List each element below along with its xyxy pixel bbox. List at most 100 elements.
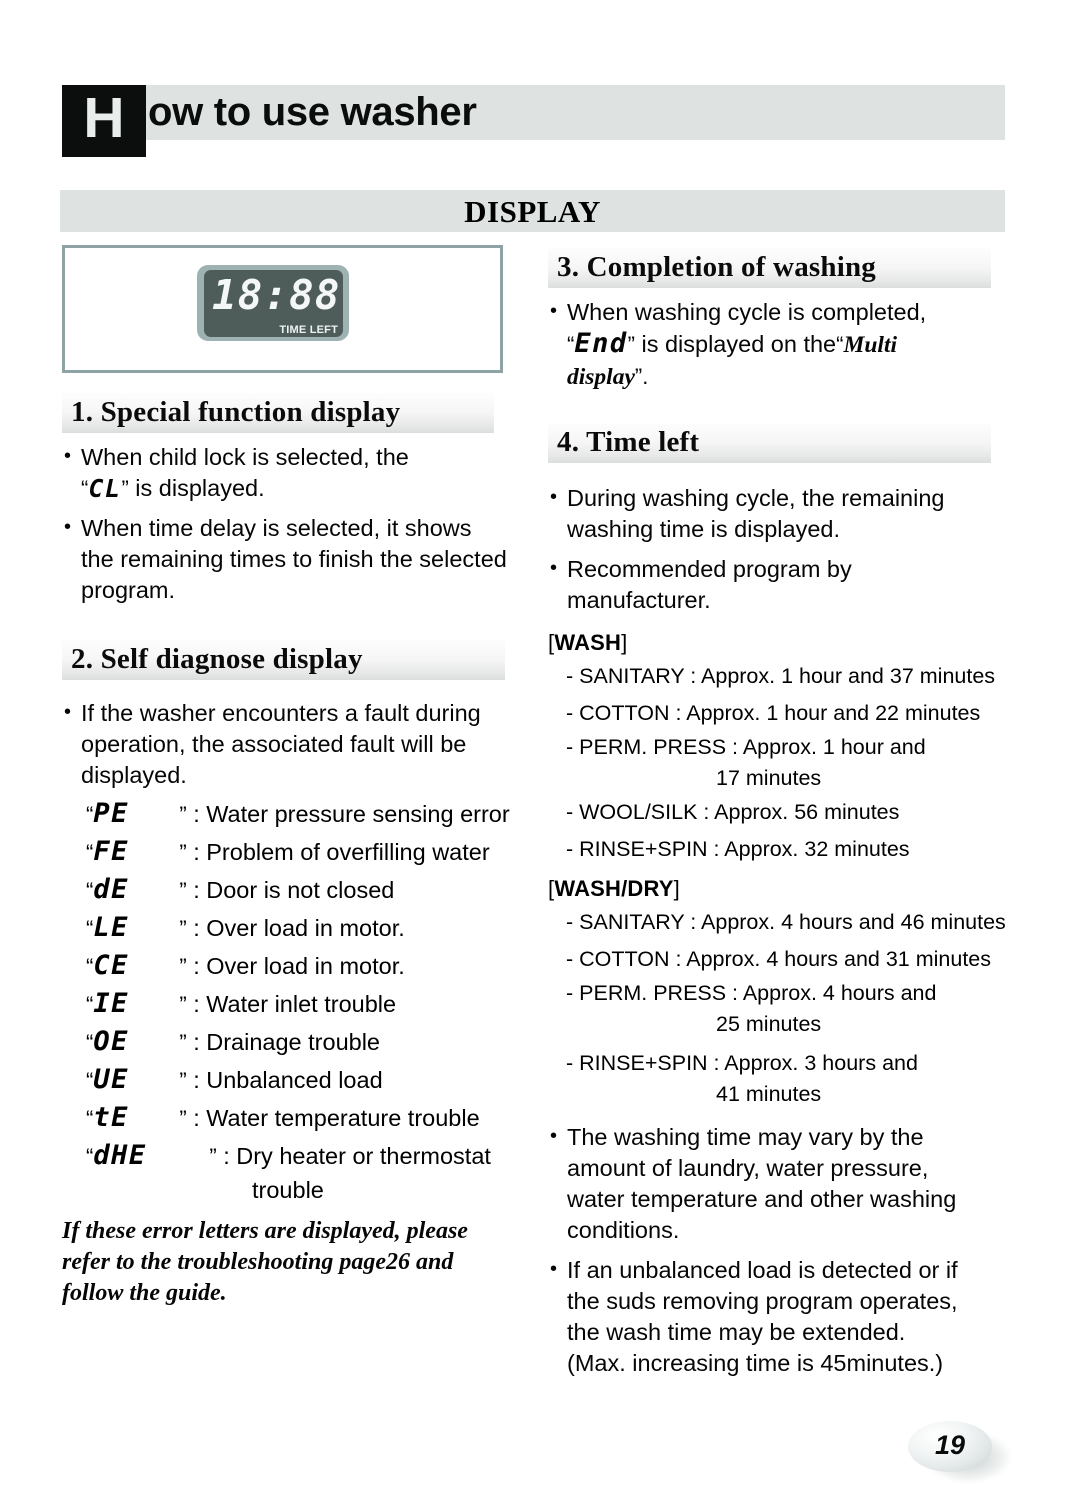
section-1-body: When child lock is selected, the “CL” is… [62, 441, 517, 606]
section-1-heading: 1. Special function display [71, 396, 401, 428]
list-item: During washing cycle, the remaining wash… [548, 482, 1003, 545]
list-item: The washing time may vary by the amount … [548, 1121, 1003, 1246]
bullet-line: If the washer encounters a fault during [81, 700, 481, 726]
bullet-line: The washing time may vary by the [567, 1124, 924, 1150]
wash-program-list: - SANITARY : Approx. 1 hour and 37 minut… [548, 658, 1003, 868]
error-code-list: “PE” : Water pressure sensing error “FE”… [62, 795, 517, 1206]
washdry-label: WASH/DRY [554, 876, 674, 901]
error-code-row: “OE” : Drainage trouble [62, 1023, 517, 1061]
note-line: refer to the troubleshooting page26 and [62, 1249, 454, 1275]
bullet-line: water temperature and other washing [567, 1186, 957, 1212]
list-item: When time delay is selected, it shows th… [62, 512, 517, 606]
bullet-line: When child lock is selected, the [81, 444, 409, 470]
error-code: FE [93, 836, 129, 867]
error-desc: : Water temperature trouble [193, 1105, 480, 1131]
error-code-row: “UE” : Unbalanced load [62, 1061, 517, 1099]
list-item: When child lock is selected, the “CL” is… [62, 441, 517, 504]
program-row: - RINSE+SPIN : Approx. 32 minutes [566, 837, 910, 861]
error-code-row: “FE” : Problem of overfilling water [62, 833, 517, 871]
program-row: - SANITARY : Approx. 4 hours and 46 minu… [566, 910, 1006, 934]
page-number: 19 [934, 1430, 966, 1460]
error-code-row: “CE” : Over load in motor. [62, 947, 517, 985]
page-number-badge: 19 [908, 1418, 1018, 1488]
list-item: Recommended program by manufacturer. [548, 553, 1003, 616]
error-code: UE [93, 1064, 129, 1095]
error-code: IE [93, 988, 129, 1019]
page-badge-oval: 19 [908, 1421, 992, 1472]
section-3-body: When washing cycle is completed, “End” i… [548, 296, 1003, 393]
troubleshooting-note: If these error letters are displayed, pl… [62, 1216, 517, 1309]
bullet-line-tail: is displayed on the [641, 331, 837, 357]
error-desc: : Over load in motor. [193, 953, 405, 979]
list-item: When washing cycle is completed, “End” i… [548, 296, 1003, 393]
list-item: If an unbalanced load is detected or if … [548, 1254, 1003, 1379]
display-section-band: DISPLAY [60, 190, 1005, 232]
error-code: CE [93, 950, 129, 981]
bullet-line-tail: is displayed. [135, 475, 265, 501]
error-desc-continuation: trouble [252, 1177, 324, 1203]
error-code-row: “tE” : Water temperature trouble [62, 1099, 517, 1137]
error-desc: : Door is not closed [193, 877, 395, 903]
error-desc: : Over load in motor. [193, 915, 405, 941]
error-code-row: “IE” : Water inlet trouble [62, 985, 517, 1023]
error-desc: : Dry heater or thermostat [223, 1143, 491, 1169]
bullet-line: During washing cycle, the remaining [567, 485, 945, 511]
note-line: follow the guide. [62, 1280, 227, 1306]
section-2-body: If the washer encounters a fault during … [62, 697, 517, 791]
bullet-line: If an unbalanced load is detected or if [567, 1257, 958, 1283]
quote-close: ”. [634, 364, 649, 389]
program-row-continuation: 17 minutes [716, 766, 822, 790]
lcd-time-left-label: TIME LEFT [279, 324, 338, 336]
program-row: - RINSE+SPIN : Approx. 3 hours and [566, 1051, 918, 1075]
section-4-heading: 4. Time left [557, 426, 700, 458]
error-desc: : Problem of overfilling water [193, 839, 490, 865]
bullet-line-tail2: display”. [567, 361, 1003, 393]
washdry-program-list: - SANITARY : Approx. 4 hours and 46 minu… [548, 904, 1006, 1110]
error-code: tE [93, 1102, 129, 1133]
program-row: - WOOL/SILK : Approx. 56 minutes [566, 800, 900, 824]
lcd-screen: 18:88 TIME LEFT [204, 270, 343, 337]
program-row: - PERM. PRESS : Approx. 4 hours and [566, 981, 937, 1005]
lcd-illustration-frame: 18:88 TIME LEFT [62, 245, 503, 373]
bullet-line: amount of laundry, water pressure, [567, 1155, 929, 1181]
section-1-heading-bar: 1. Special function display [62, 393, 494, 433]
bullet-line-with-code: “CL” is displayed. [81, 473, 517, 504]
error-code: dE [93, 874, 129, 905]
bracket-close: ] [673, 876, 680, 901]
multi-display-emphasis-2: display [567, 364, 635, 390]
lcd-panel: 18:88 TIME LEFT [197, 265, 349, 341]
section-3-heading-bar: 3. Completion of washing [548, 248, 991, 288]
section-4-body: During washing cycle, the remaining wash… [548, 482, 1003, 616]
seven-segment-code: End [574, 328, 628, 359]
bullet-line: the suds removing program operates, [567, 1288, 958, 1314]
chapter-dropcap: H [62, 85, 146, 157]
seven-segment-code: CL [88, 474, 122, 503]
error-code: LE [93, 912, 129, 943]
error-desc: : Drainage trouble [193, 1029, 380, 1055]
display-section-title: DISPLAY [464, 194, 601, 229]
note-line: If these error letters are displayed, pl… [62, 1218, 468, 1244]
lcd-digits: 18:88 [212, 271, 341, 319]
bracket-close: ] [621, 630, 628, 655]
bullet-line: the wash time may be extended. [567, 1319, 906, 1345]
program-row-continuation: 41 minutes [716, 1082, 822, 1106]
section-2-heading-bar: 2. Self diagnose display [62, 640, 505, 680]
bullet-line: Recommended program by [567, 556, 852, 582]
bullet-line: operation, the associated fault will be [81, 731, 467, 757]
left-column: 18:88 TIME LEFT 1. Special function disp… [62, 245, 517, 1309]
bullet-line: the remaining times to finish the select… [81, 546, 507, 572]
washdry-group-label: [WASH/DRY] [548, 874, 1003, 904]
error-desc: : Unbalanced load [193, 1067, 383, 1093]
error-code-row: “dE” : Door is not closed [62, 871, 517, 909]
section-3-heading: 3. Completion of washing [557, 251, 876, 283]
bullet-line-with-code: “End” is displayed on the“Multi [567, 328, 1003, 361]
quote-close: ” [121, 476, 129, 501]
list-item: If the washer encounters a fault during … [62, 697, 517, 791]
bullet-line: conditions. [567, 1217, 680, 1243]
error-desc: : Water pressure sensing error [193, 801, 510, 827]
error-code-row: “dHE” : Dry heater or thermostat [62, 1137, 517, 1175]
wash-group-label: [WASH] [548, 628, 1003, 658]
program-row: - COTTON : Approx. 4 hours and 31 minute… [566, 947, 992, 971]
program-row-continuation: 25 minutes [716, 1012, 822, 1036]
error-code: dHE [93, 1140, 147, 1171]
